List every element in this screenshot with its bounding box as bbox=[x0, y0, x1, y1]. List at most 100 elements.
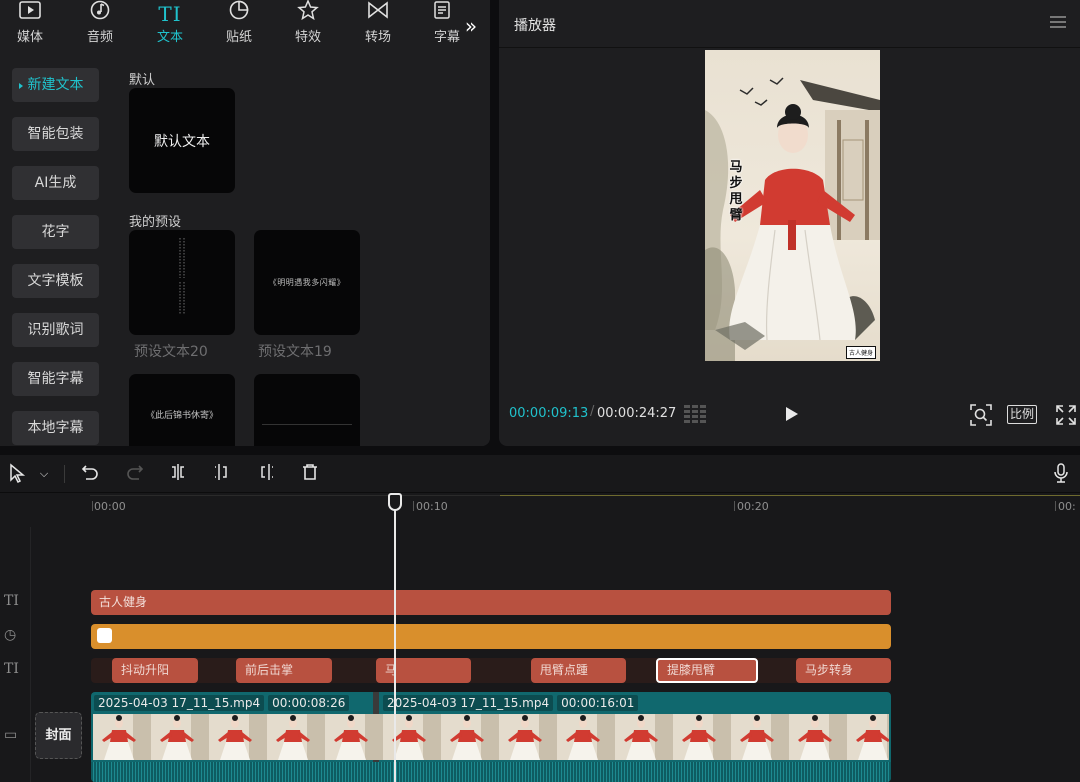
tab-transition[interactable]: 转场 bbox=[348, 0, 408, 50]
cursor-icon bbox=[10, 463, 26, 484]
text-gallery: 默认 默认文本 我的预设 预设文本20 《明明遇我多闪耀》 预设文本19 《此后… bbox=[112, 56, 490, 446]
trim-right-icon bbox=[261, 464, 273, 480]
delete-button[interactable] bbox=[299, 463, 321, 485]
player-panel: 播放器 马步甩臂 古人健身 00:00:09:13 / 00:00:24:27 … bbox=[499, 0, 1080, 446]
tab-label: 音频 bbox=[86, 30, 113, 45]
undo-icon bbox=[81, 465, 98, 480]
undo-button[interactable] bbox=[79, 463, 101, 485]
sidebar-item-local-caption[interactable]: 本地字幕 bbox=[12, 411, 99, 445]
playhead-handle[interactable] bbox=[388, 493, 402, 511]
sidebar-item-auto-caption[interactable]: 智能字幕 bbox=[12, 362, 99, 396]
aspect-ratio-button[interactable]: 比例 bbox=[1007, 405, 1037, 424]
preset-card-4[interactable] bbox=[254, 374, 360, 446]
video-thumbnails bbox=[93, 714, 889, 760]
preset-card-3[interactable]: 《此后锦书休寄》 bbox=[129, 374, 235, 446]
tab-audio[interactable]: 音频 bbox=[70, 0, 130, 50]
transition-icon bbox=[348, 0, 408, 26]
text-clip-selected[interactable]: 提膝甩臂 bbox=[656, 658, 758, 683]
tab-media[interactable]: 媒体 bbox=[0, 0, 60, 50]
audio-icon bbox=[70, 0, 130, 26]
menu-icon[interactable] bbox=[1050, 16, 1066, 28]
trim-left-icon bbox=[215, 464, 227, 480]
total-time: 00:00:24:27 bbox=[597, 406, 677, 421]
sticker-track-icon: ◷ bbox=[4, 627, 17, 643]
audio-meter-icon[interactable] bbox=[684, 405, 710, 427]
record-audio-button[interactable] bbox=[1050, 463, 1072, 485]
preview-line bbox=[262, 424, 352, 425]
time-separator: / bbox=[590, 404, 595, 419]
track-header-divider bbox=[30, 527, 31, 782]
split-button[interactable] bbox=[167, 463, 189, 485]
ruler-label: 00:00 bbox=[94, 500, 126, 513]
card-preview-text: 《此后锦书休寄》 bbox=[145, 410, 218, 421]
play-button[interactable] bbox=[785, 406, 799, 426]
player-title: 播放器 bbox=[514, 18, 556, 34]
current-time: 00:00:09:13 bbox=[509, 406, 589, 421]
text-clip[interactable]: 前后击掌 bbox=[236, 658, 332, 683]
tab-effects[interactable]: 特效 bbox=[278, 0, 338, 50]
ruler-label: 00:10 bbox=[416, 500, 448, 513]
trim-right-button[interactable] bbox=[255, 463, 277, 485]
preset-card-20[interactable] bbox=[129, 230, 235, 335]
chevron-down-icon: ⌵ bbox=[39, 467, 49, 480]
sticker-thumbnail bbox=[97, 628, 112, 643]
sidebar-item-new-text[interactable]: 新建文本 bbox=[12, 68, 99, 102]
category-tabs: 媒体 音频 TI 文本 贴纸 特效 转场 字幕 » bbox=[0, 0, 490, 50]
video-preview[interactable]: 马步甩臂 古人健身 bbox=[705, 50, 880, 361]
audio-waveform bbox=[91, 762, 891, 782]
media-icon bbox=[0, 0, 60, 26]
time-ruler[interactable]: 00:00 00:10 00:20 00: bbox=[90, 495, 1080, 517]
ruler-label: 00:20 bbox=[737, 500, 769, 513]
tab-label: 文本 bbox=[156, 30, 183, 45]
focus-zoom-icon bbox=[970, 404, 992, 426]
tab-text[interactable]: TI 文本 bbox=[140, 0, 200, 50]
sidebar-item-text-template[interactable]: 文字模板 bbox=[12, 264, 99, 298]
clip-duration: 00:00:08:26 bbox=[268, 695, 350, 711]
default-text-card[interactable]: 默认文本 bbox=[129, 88, 235, 193]
redo-icon bbox=[127, 465, 144, 480]
preset-card-19[interactable]: 《明明遇我多闪耀》 bbox=[254, 230, 360, 335]
trim-left-button[interactable] bbox=[211, 463, 233, 485]
tab-sticker[interactable]: 贴纸 bbox=[209, 0, 269, 50]
video-clip-1-header: 2025-04-03 17_11_15.mp4 00:00:08:26 bbox=[94, 695, 353, 711]
timeline-toolbar: ⌵ bbox=[0, 455, 1080, 493]
watermark-label: 古人健身 bbox=[846, 346, 877, 359]
sidebar-item-lyrics[interactable]: 识别歌词 bbox=[12, 313, 99, 347]
text-clip[interactable]: 抖动升阳 bbox=[112, 658, 198, 683]
section-title-default: 默认 bbox=[129, 73, 156, 88]
video-track[interactable]: 2025-04-03 17_11_15.mp4 00:00:08:26 2025-… bbox=[91, 692, 891, 782]
card-preview-text: 《明明遇我多闪耀》 bbox=[268, 278, 346, 287]
tab-label: 媒体 bbox=[16, 30, 43, 45]
sticker-icon bbox=[209, 0, 269, 26]
text-clips-track bbox=[91, 658, 891, 683]
redo-button[interactable] bbox=[124, 463, 146, 485]
timeline-panel: ⌵ 00:00 00:10 00:20 00: TI ◷ TI ▭ 古人健身 抖… bbox=[0, 455, 1080, 782]
sidebar-item-ai-generate[interactable]: AI生成 bbox=[12, 166, 99, 200]
text-sidebar: 新建文本 智能包装 AI生成 花字 文字模板 识别歌词 智能字幕 本地字幕 bbox=[0, 56, 112, 446]
sticker-clip[interactable] bbox=[91, 624, 891, 649]
sidebar-item-fancy-text[interactable]: 花字 bbox=[12, 215, 99, 249]
preset-caption: 预设文本19 bbox=[258, 344, 332, 360]
text-clip[interactable]: 马步转身 bbox=[796, 658, 891, 683]
text-clip[interactable]: 甩臂点踵 bbox=[531, 658, 626, 683]
select-tool-button[interactable] bbox=[6, 463, 28, 485]
text-track-icon: TI bbox=[4, 593, 19, 609]
effects-icon bbox=[278, 0, 338, 26]
section-title-presets: 我的预设 bbox=[129, 215, 182, 230]
text-clip[interactable]: 马 bbox=[376, 658, 471, 683]
sidebar-item-smart-pack[interactable]: 智能包装 bbox=[12, 117, 99, 151]
more-tabs-button[interactable]: » bbox=[456, 12, 486, 40]
fullscreen-button[interactable] bbox=[1056, 405, 1076, 429]
double-chevron-right-icon: » bbox=[464, 14, 478, 38]
trash-icon bbox=[303, 464, 317, 480]
title-text-clip[interactable]: 古人健身 bbox=[91, 590, 891, 615]
cover-button[interactable]: 封面 bbox=[35, 712, 82, 759]
video-track-icon: ▭ bbox=[4, 727, 18, 743]
clip-filename: 2025-04-03 17_11_15.mp4 bbox=[383, 695, 554, 711]
player-header: 播放器 bbox=[499, 0, 1080, 48]
select-dropdown[interactable]: ⌵ bbox=[33, 463, 55, 485]
ruler-label: 00: bbox=[1058, 500, 1076, 513]
zoom-fit-button[interactable] bbox=[970, 404, 992, 430]
vertical-text-preview bbox=[179, 238, 185, 314]
tab-label: 特效 bbox=[294, 30, 321, 45]
